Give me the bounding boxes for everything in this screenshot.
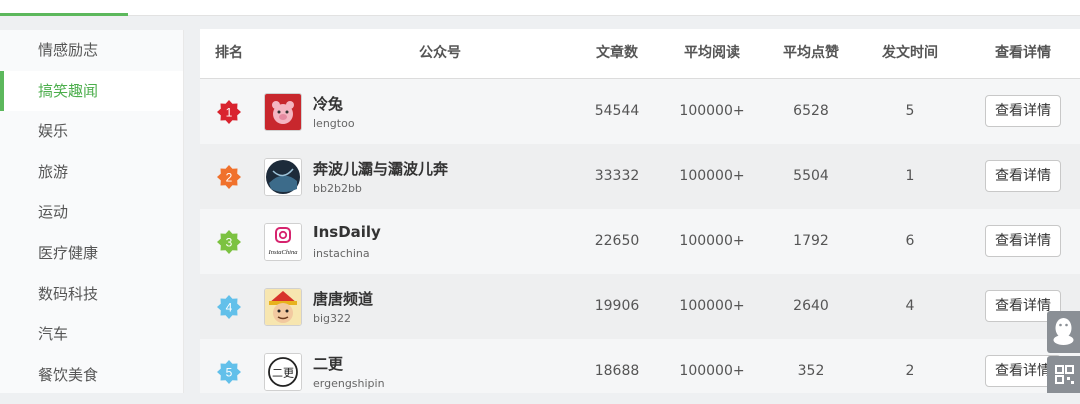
view-details-button[interactable]: 查看详情 (985, 160, 1061, 192)
svg-text:2: 2 (226, 171, 233, 185)
rank-badge-icon: 3 (216, 229, 242, 255)
avg-likes: 5504 (793, 168, 829, 184)
post-time: 4 (905, 298, 915, 314)
header-avg-likes: 平均点赞 (783, 45, 839, 61)
avg-reads: 100000+ (679, 103, 745, 119)
sidebar-item-emotional[interactable]: 情感励志 (0, 30, 183, 71)
account-id: instachina (313, 247, 370, 260)
table-row: 2 奔波儿灞与灞波儿奔 bb2b2bb 33332 100000+ 5504 1… (200, 144, 1080, 209)
table-row: 4 唐唐频道 big322 19906 100000+ 2640 4 查看详情 (200, 274, 1080, 339)
svg-text:InstaChina: InstaChina (268, 249, 298, 256)
sidebar-item-entertainment[interactable]: 娱乐 (0, 111, 183, 152)
account-name: 唐唐频道 (313, 290, 374, 308)
avg-likes: 352 (797, 363, 825, 379)
active-tab-indicator (0, 13, 128, 16)
top-nav-bar (0, 0, 1080, 16)
table-row: 5 二更 二更 ergengshipin 18688 100000+ 352 2… (200, 339, 1080, 404)
table-row: 1 冷兔 lengtoo 54544 100000+ 6528 5 查看详情 (200, 79, 1080, 144)
rank-badge-icon: 5 (216, 359, 242, 385)
header-articles: 文章数 (596, 45, 638, 61)
qr-code-icon (1055, 365, 1074, 384)
svg-text:4: 4 (226, 301, 233, 315)
svg-text:1: 1 (226, 106, 233, 120)
header-account: 公众号 (419, 45, 461, 61)
post-time: 6 (905, 233, 915, 249)
sidebar-item-tech[interactable]: 数码科技 (0, 274, 183, 315)
post-time: 2 (905, 363, 915, 379)
account-id: bb2b2bb (313, 182, 362, 195)
avg-reads: 100000+ (679, 168, 745, 184)
sidebar-item-food[interactable]: 餐饮美食 (0, 355, 183, 396)
qq-penguin-icon (1053, 318, 1074, 345)
articles-count: 33332 (594, 168, 640, 184)
articles-count: 22650 (594, 233, 640, 249)
sidebar-item-auto[interactable]: 汽车 (0, 314, 183, 355)
view-details-button[interactable]: 查看详情 (985, 95, 1061, 127)
qq-float-button[interactable] (1047, 311, 1080, 353)
avg-reads: 100000+ (679, 298, 745, 314)
articles-count: 18688 (594, 363, 640, 379)
avg-likes: 6528 (793, 103, 829, 119)
sidebar-item-funny[interactable]: 搞笑趣闻 (0, 70, 183, 112)
header-post-time: 发文时间 (882, 45, 938, 61)
table-row: 3 InstaChina InsDaily instachina 22650 1… (200, 209, 1080, 274)
post-time: 5 (905, 103, 915, 119)
svg-text:二更: 二更 (272, 367, 294, 380)
sidebar-item-sports[interactable]: 运动 (0, 192, 183, 233)
ergeng-logo-avatar-icon: 二更 (264, 353, 302, 391)
qr-float-button[interactable] (1047, 356, 1080, 393)
svg-text:3: 3 (226, 236, 233, 250)
account-name: 二更 (313, 355, 344, 373)
post-time: 1 (905, 168, 915, 184)
articles-count: 54544 (594, 103, 640, 119)
rank-badge-icon: 2 (216, 164, 242, 190)
header-details: 查看详情 (995, 45, 1051, 61)
articles-count: 19906 (594, 298, 640, 314)
view-details-button[interactable]: 查看详情 (985, 225, 1061, 257)
account-name: InsDaily (313, 223, 381, 241)
ranking-table: 排名 公众号 文章数 平均阅读 平均点赞 发文时间 查看详情 1 冷兔 leng… (200, 29, 1080, 393)
pig-avatar-icon (264, 93, 302, 131)
rank-badge-icon: 4 (216, 294, 242, 320)
header-avg-reads: 平均阅读 (684, 45, 740, 61)
category-sidebar: 情感励志 搞笑趣闻 娱乐 旅游 运动 医疗健康 数码科技 汽车 餐饮美食 (0, 30, 184, 393)
cartoon-face-avatar-icon (264, 288, 302, 326)
dark-circle-avatar-icon (264, 158, 302, 196)
account-name: 冷兔 (313, 95, 344, 113)
table-header: 排名 公众号 文章数 平均阅读 平均点赞 发文时间 查看详情 (200, 29, 1080, 79)
avg-reads: 100000+ (679, 233, 745, 249)
rank-badge-icon: 1 (216, 99, 242, 125)
account-name: 奔波儿灞与灞波儿奔 (313, 160, 449, 178)
svg-text:5: 5 (226, 366, 233, 380)
instagram-avatar-icon: InstaChina (264, 223, 302, 261)
account-id: ergengshipin (313, 377, 385, 390)
avg-likes: 2640 (793, 298, 829, 314)
sidebar-item-health[interactable]: 医疗健康 (0, 233, 183, 274)
account-id: big322 (313, 312, 352, 325)
avg-likes: 1792 (793, 233, 829, 249)
avg-reads: 100000+ (679, 363, 745, 379)
sidebar-item-travel[interactable]: 旅游 (0, 152, 183, 193)
header-rank: 排名 (215, 45, 243, 61)
account-id: lengtoo (313, 117, 355, 130)
